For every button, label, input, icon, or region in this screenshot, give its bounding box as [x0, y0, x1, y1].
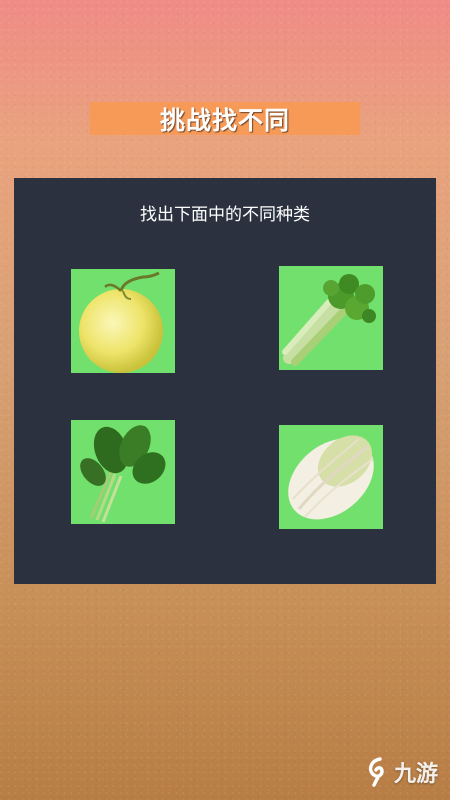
option-card-napa-cabbage[interactable]: [279, 425, 383, 529]
option-card-spinach[interactable]: [71, 420, 175, 524]
title-banner: 挑战找不同: [90, 102, 360, 135]
melon-icon: [79, 271, 163, 373]
spinach-icon: [80, 425, 166, 523]
puzzle-panel: 找出下面中的不同种类: [14, 178, 436, 584]
celery-icon: [282, 274, 376, 366]
option-card-celery[interactable]: [279, 266, 383, 370]
page-title: 挑战找不同: [159, 105, 290, 135]
watermark-text: 九游: [393, 762, 438, 787]
option-card-melon[interactable]: [71, 269, 175, 373]
jiuyou-logo-icon: [368, 757, 384, 787]
watermark: 九游: [366, 756, 438, 788]
napa-cabbage-icon: [288, 435, 374, 520]
instruction-text: 找出下面中的不同种类: [140, 205, 310, 225]
